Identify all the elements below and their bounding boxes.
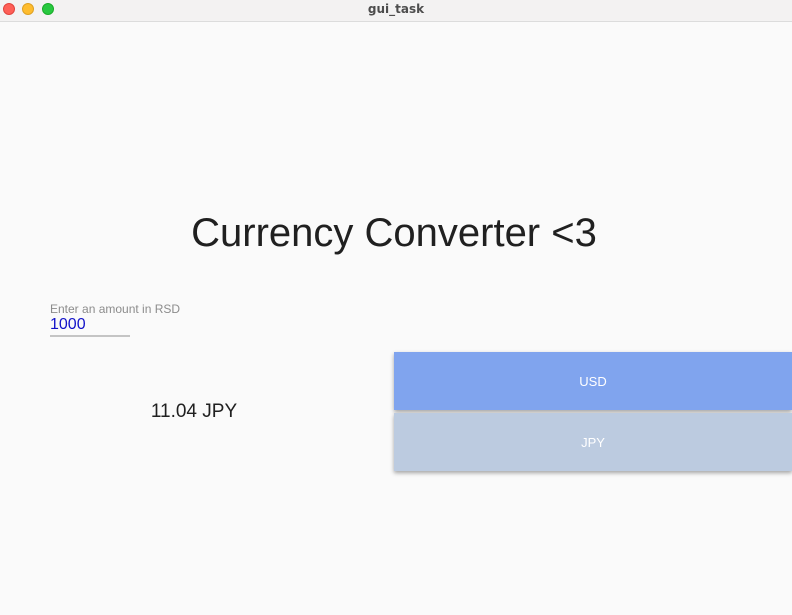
page-title: Currency Converter <3: [191, 211, 597, 255]
amount-field: Enter an amount in RSD: [50, 302, 181, 337]
amount-field-label: Enter an amount in RSD: [50, 302, 181, 316]
window-title: gui_task: [367, 2, 425, 16]
window-titlebar: gui_task: [0, 0, 792, 22]
conversion-result: 11.04 JPY: [150, 401, 238, 422]
usd-button[interactable]: USD: [394, 352, 792, 410]
app-content: Currency Converter <3 Enter an amount in…: [0, 22, 792, 615]
jpy-button[interactable]: JPY: [394, 413, 792, 471]
amount-input[interactable]: [50, 316, 130, 337]
